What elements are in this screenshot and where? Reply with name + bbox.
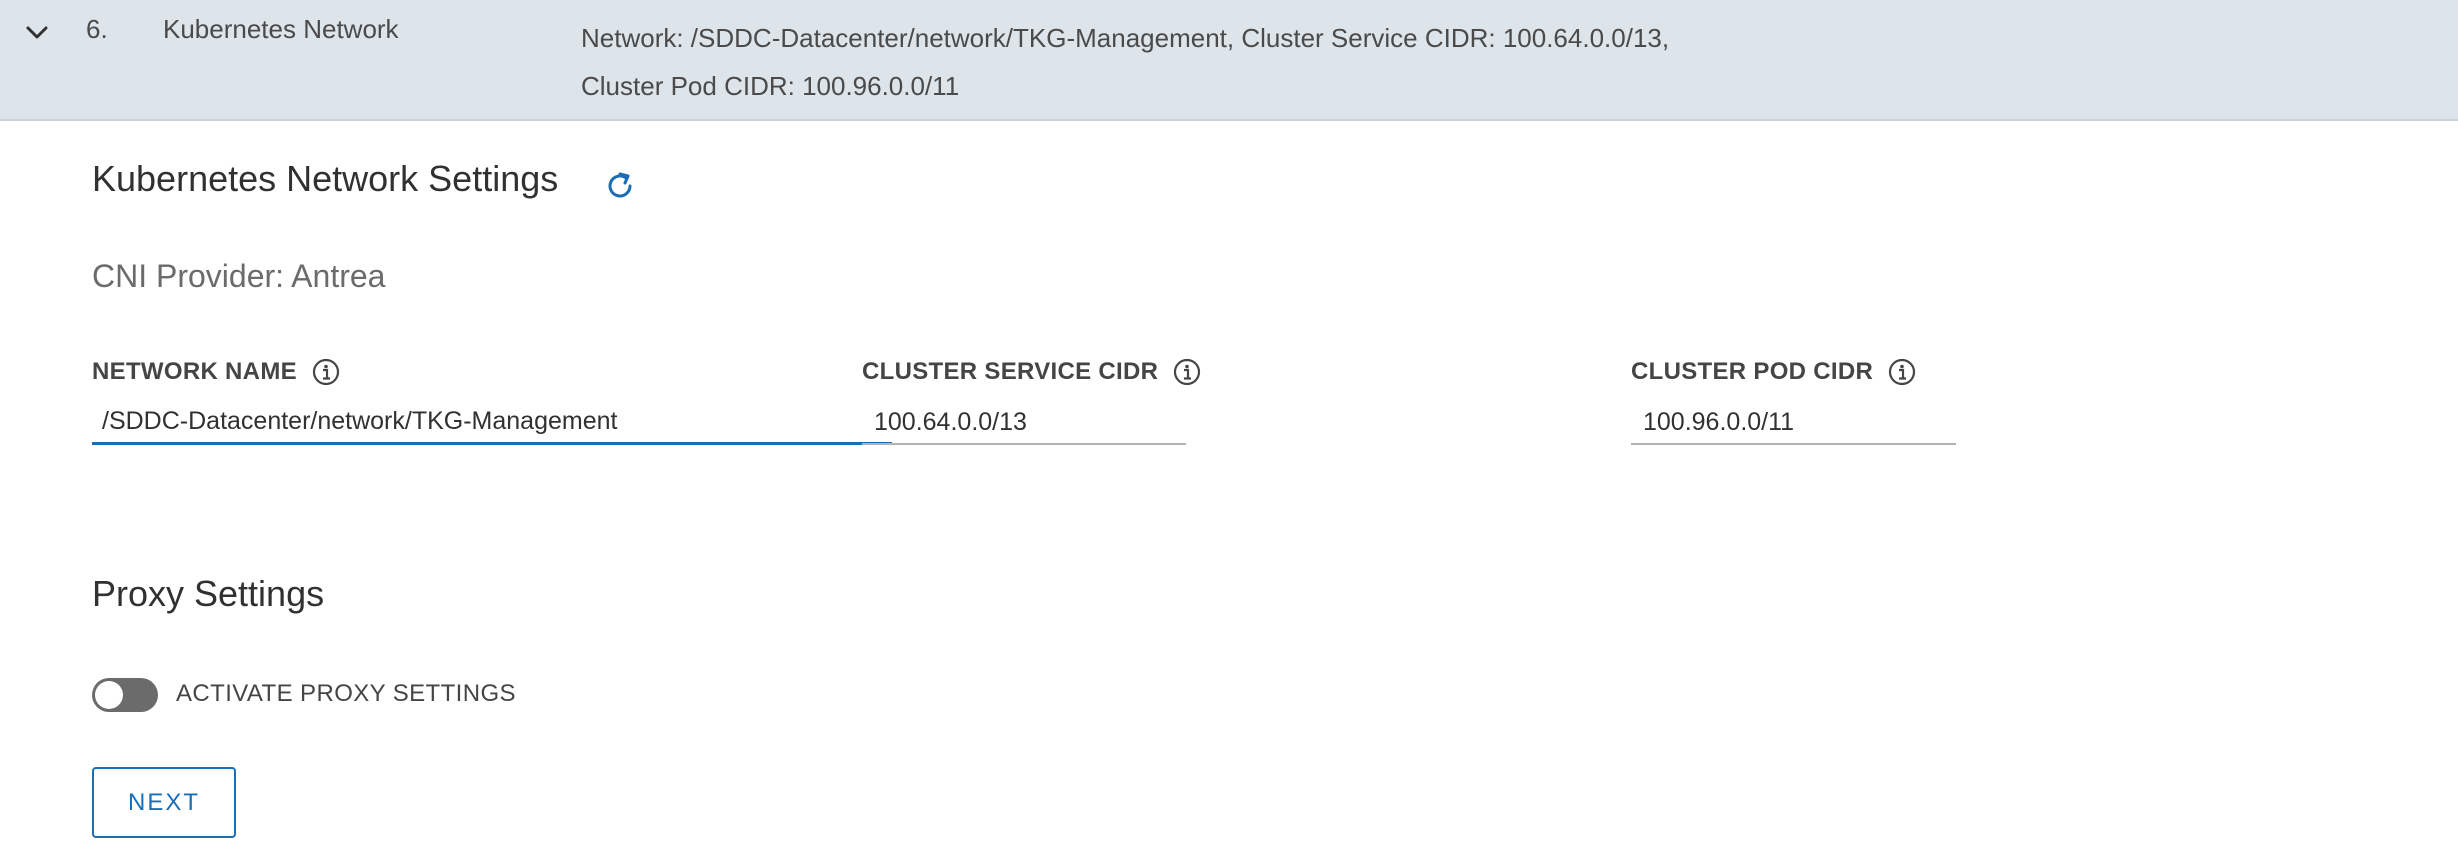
step-summary-line: Network: /SDDC-Datacenter/network/TKG-Ma… [581, 23, 1670, 53]
step-title: Kubernetes Network [163, 14, 399, 44]
cluster-pod-cidr-field: CLUSTER POD CIDR [1631, 355, 1956, 445]
cluster-service-cidr-label-row: CLUSTER SERVICE CIDR [862, 355, 1202, 389]
cluster-pod-cidr-label-row: CLUSTER POD CIDR [1631, 355, 1917, 389]
step-number: 6. [86, 14, 108, 44]
network-name-field: NETWORK NAME [92, 355, 892, 445]
network-name-input[interactable] [92, 401, 892, 445]
next-button[interactable]: NEXT [92, 767, 236, 838]
network-name-label: NETWORK NAME [92, 358, 297, 385]
info-icon[interactable] [311, 357, 341, 387]
network-name-label-row: NETWORK NAME [92, 355, 341, 389]
cluster-service-cidr-label: CLUSTER SERVICE CIDR [862, 358, 1159, 385]
cni-provider-text: CNI Provider: Antrea [92, 258, 386, 294]
wizard-page: 6. Kubernetes Network Network: /SDDC-Dat… [0, 0, 2458, 862]
cluster-pod-cidr-input[interactable] [1631, 401, 1956, 445]
network-settings-title: Kubernetes Network Settings [92, 158, 559, 199]
info-icon[interactable] [1172, 357, 1202, 387]
step-summary: Network: /SDDC-Datacenter/network/TKG-Ma… [581, 14, 1881, 110]
step-header[interactable]: 6. Kubernetes Network Network: /SDDC-Dat… [0, 0, 2458, 121]
chevron-down-icon[interactable] [22, 18, 52, 48]
refresh-icon[interactable] [603, 169, 637, 203]
step-summary-line: Cluster Pod CIDR: 100.96.0.0/11 [581, 71, 960, 101]
cluster-service-cidr-input[interactable] [862, 401, 1186, 445]
info-icon[interactable] [1887, 357, 1917, 387]
cluster-service-cidr-field: CLUSTER SERVICE CIDR [862, 355, 1202, 445]
proxy-settings-title: Proxy Settings [92, 573, 325, 614]
toggle-knob [95, 681, 123, 709]
proxy-toggle[interactable] [92, 678, 158, 712]
cluster-pod-cidr-label: CLUSTER POD CIDR [1631, 358, 1874, 385]
proxy-toggle-label: ACTIVATE PROXY SETTINGS [176, 680, 516, 707]
